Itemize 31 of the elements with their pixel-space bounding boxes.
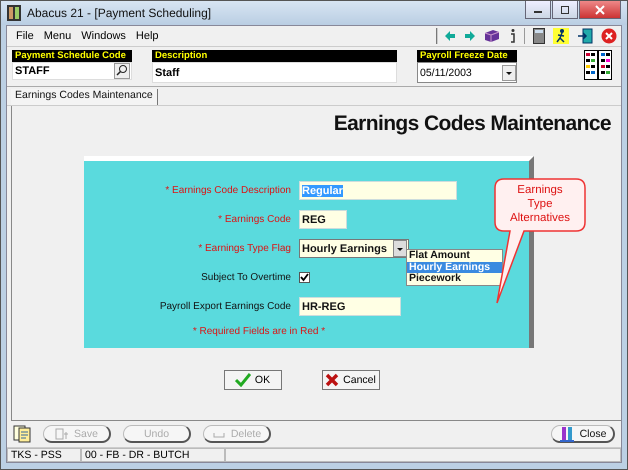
text-field[interactable]: HR-REG <box>299 297 401 316</box>
field-label: Payment Schedule Code <box>12 50 132 62</box>
callout-text: Earnings Type Alternatives <box>508 183 572 225</box>
cancel-button[interactable]: Cancel <box>322 370 380 390</box>
field-label: Payroll Export Earnings Code <box>158 301 292 312</box>
menu-item[interactable]: Help <box>130 30 164 42</box>
field-label: Description <box>152 50 397 62</box>
code-field[interactable]: STAFF <box>12 62 132 80</box>
close-button[interactable]: Close <box>551 425 615 443</box>
dropdown-option[interactable]: Piecework <box>407 273 502 284</box>
status-text: 00 - FB - DR - BUTCH <box>81 448 225 462</box>
tab[interactable]: Earnings Codes Maintenance <box>11 89 158 105</box>
menu-item[interactable]: Menu <box>38 30 76 42</box>
field-label: Payroll Freeze Date <box>417 50 517 62</box>
type-dropdown[interactable]: Hourly Earnings <box>299 239 409 258</box>
field-label: * Earnings Code <box>217 214 292 225</box>
window-title: Abacus 21 - [Payment Scheduling] <box>27 6 212 20</box>
status-text: TKS - PSS <box>7 448 81 462</box>
field-label: * Earnings Type Flag <box>197 243 292 254</box>
date-dropdown[interactable]: 05/11/2003 <box>417 62 517 83</box>
field-label: * Earnings Code Description <box>164 185 292 196</box>
required-note: * Required Fields are in Red * <box>192 326 326 337</box>
menu-item[interactable]: File <box>11 30 39 42</box>
dropdown-option[interactable]: Hourly Earnings <box>407 262 502 273</box>
ok-button[interactable]: OK <box>224 370 282 390</box>
text-field[interactable]: REG <box>299 210 347 229</box>
dropdown-option[interactable]: Flat Amount <box>407 250 502 262</box>
field-label: Subject To Overtime <box>200 272 292 283</box>
description-field[interactable]: Staff <box>152 62 397 83</box>
page-heading: Earnings Codes Maintenance <box>334 112 611 136</box>
menu-item[interactable]: Windows <box>76 30 131 42</box>
